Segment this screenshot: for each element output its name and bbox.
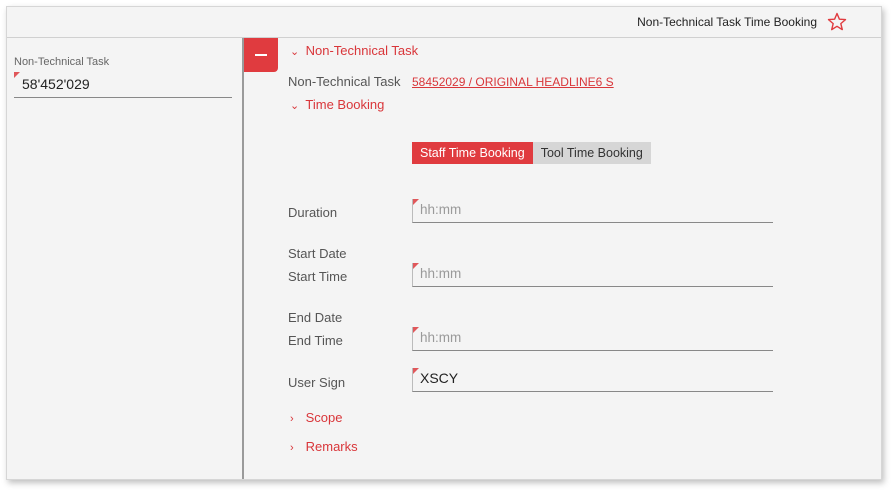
non-technical-task-input[interactable]: 58'452'029 — [14, 72, 232, 98]
required-marker — [413, 263, 419, 269]
start-date-label: Start Date — [288, 246, 347, 261]
section-non-technical-task-toggle[interactable]: ⌄ Non-Technical Task — [290, 43, 418, 58]
app-window: Non-Technical Task Time Booking Non-Tech… — [6, 6, 882, 480]
chevron-down-icon: ⌄ — [290, 46, 300, 58]
end-time-placeholder: hh:mm — [420, 330, 462, 345]
section-title: Non-Technical Task — [305, 43, 419, 58]
required-marker — [413, 327, 419, 333]
sidebar-field-label: Non-Technical Task — [14, 56, 110, 68]
top-bar: Non-Technical Task Time Booking — [7, 7, 881, 38]
section-title: Time Booking — [305, 97, 385, 112]
section-remarks-toggle[interactable]: › Remarks — [290, 439, 358, 454]
required-marker — [413, 199, 419, 205]
user-sign-label: User Sign — [288, 375, 346, 390]
required-marker — [413, 368, 419, 374]
chevron-right-icon: › — [290, 413, 294, 425]
end-time-label: End Time — [288, 333, 343, 348]
main-content: ⌄ Non-Technical Task Non-Technical Task … — [246, 38, 881, 479]
section-scope-toggle[interactable]: › Scope — [290, 410, 343, 425]
section-time-booking-toggle[interactable]: ⌄ Time Booking — [290, 97, 384, 112]
duration-label: Duration — [288, 205, 338, 220]
page-title: Non-Technical Task Time Booking — [637, 15, 817, 29]
section-title: Remarks — [305, 439, 358, 454]
tab-staff-time-booking[interactable]: Staff Time Booking — [412, 142, 533, 164]
ntt-field-label: Non-Technical Task — [288, 74, 401, 89]
star-icon[interactable] — [827, 12, 847, 32]
ntt-link[interactable]: 58452029 / ORIGINAL HEADLINE6 S — [412, 75, 614, 89]
duration-placeholder: hh:mm — [420, 202, 462, 217]
start-time-label: Start Time — [288, 269, 348, 284]
end-time-input[interactable]: hh:mm — [412, 327, 773, 351]
start-time-input[interactable]: hh:mm — [412, 263, 773, 287]
user-sign-input[interactable]: XSCY — [412, 368, 773, 392]
user-sign-value: XSCY — [420, 370, 459, 386]
left-panel: Non-Technical Task 58'452'029 — [7, 38, 244, 479]
duration-input[interactable]: hh:mm — [412, 199, 773, 223]
start-time-placeholder: hh:mm — [420, 266, 462, 281]
non-technical-task-value: 58'452'029 — [22, 76, 90, 92]
tab-tool-time-booking[interactable]: Tool Time Booking — [532, 142, 651, 164]
section-title: Scope — [305, 410, 343, 425]
booking-type-tabs: Staff Time Booking Tool Time Booking — [412, 142, 651, 164]
chevron-right-icon: › — [290, 442, 294, 454]
required-marker — [14, 72, 20, 78]
end-date-label: End Date — [288, 310, 343, 325]
chevron-down-icon: ⌄ — [290, 100, 300, 112]
